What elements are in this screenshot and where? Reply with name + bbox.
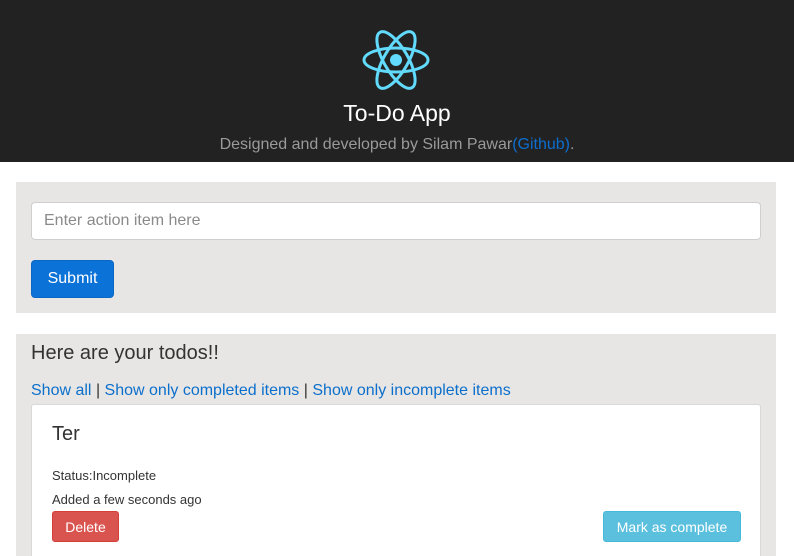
app-header: To-Do App Designed and developed by Sila…: [0, 0, 794, 162]
todo-title: Ter: [52, 423, 80, 445]
todo-status: Status:Incomplete: [52, 468, 157, 483]
delete-button[interactable]: Delete: [52, 511, 119, 542]
github-link[interactable]: (Github): [512, 136, 570, 153]
todos-panel: Here are your todos!! Show all | Show on…: [16, 334, 776, 556]
todo-input[interactable]: [31, 202, 761, 240]
filter-show-completed[interactable]: Show only completed items: [105, 382, 300, 399]
filter-show-all[interactable]: Show all: [31, 382, 91, 399]
filter-bar: Show all | Show only completed items | S…: [31, 381, 511, 401]
submit-button[interactable]: Submit: [31, 260, 114, 298]
app-subtitle: Designed and developed by Silam Pawar(Gi…: [0, 135, 794, 155]
subtitle-text: Designed and developed by Silam Pawar: [219, 136, 513, 153]
subtitle-period: .: [569, 136, 575, 153]
mark-complete-button[interactable]: Mark as complete: [603, 511, 741, 542]
todo-added-time: Added a few seconds ago: [52, 492, 202, 507]
todo-item: Ter Status:Incomplete Added a few second…: [31, 404, 761, 556]
react-logo-icon: [362, 30, 430, 90]
filter-separator: |: [95, 382, 101, 399]
filter-show-incomplete[interactable]: Show only incomplete items: [312, 382, 510, 399]
filter-separator: |: [303, 382, 308, 399]
app-title: To-Do App: [343, 100, 451, 126]
todos-heading: Here are your todos!!: [31, 342, 219, 364]
add-todo-form: Submit: [16, 182, 776, 313]
